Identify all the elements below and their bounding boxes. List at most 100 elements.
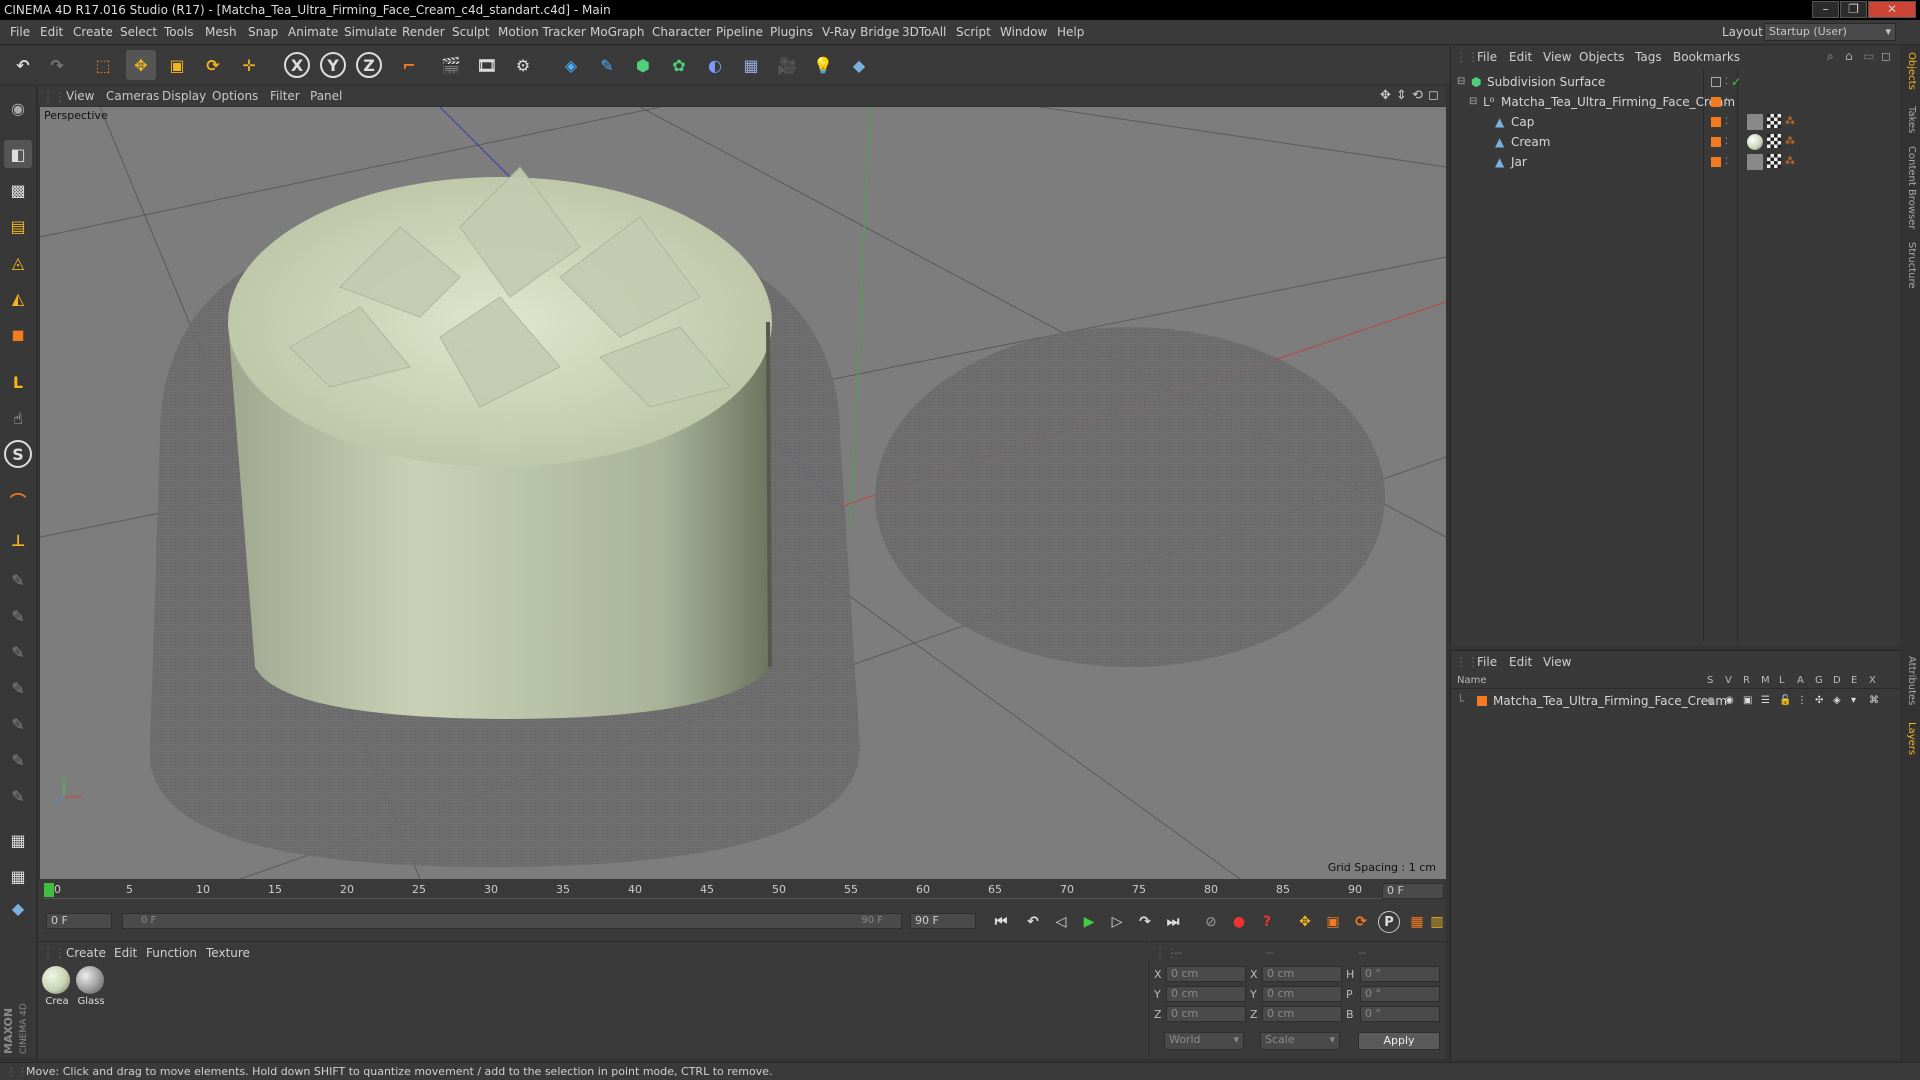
phong-tag-icon[interactable]: ⁂ [1785, 152, 1795, 172]
texture-tag-icon[interactable] [1767, 114, 1781, 128]
rotation-b-field[interactable]: 0 ° [1360, 1006, 1440, 1022]
sculpt-knife-icon[interactable]: ✎ [4, 782, 32, 810]
render-settings-icon[interactable]: ⚙ [508, 50, 538, 80]
menu-sculpt[interactable]: Sculpt [452, 25, 489, 39]
column-deformers[interactable]: D [1833, 675, 1841, 686]
coordinate-system-icon[interactable]: ⌐ [394, 50, 424, 80]
previous-key-icon[interactable]: ↶ [1022, 911, 1044, 933]
animation-icon[interactable]: ⋮ [1797, 691, 1807, 711]
layout-dropdown[interactable]: Startup (User) ▾ [1764, 23, 1896, 41]
minimize-button[interactable]: – [1812, 1, 1839, 18]
x-axis-lock-icon[interactable]: X [284, 52, 310, 78]
material-item-glass[interactable]: Glass [76, 966, 106, 1012]
texture-tag-icon[interactable] [1767, 134, 1781, 148]
layer-checkbox[interactable] [1711, 77, 1721, 87]
material-tag-icon[interactable] [1747, 154, 1763, 170]
menu-mograph[interactable]: MoGraph [590, 25, 645, 39]
layer-color-swatch[interactable] [1477, 696, 1487, 706]
layer-color-swatch[interactable] [1711, 157, 1721, 167]
viewport-menu-display[interactable]: Display [162, 89, 206, 103]
viewport-menu-options[interactable]: Options [212, 89, 258, 103]
record-icon[interactable]: ● [1228, 911, 1250, 933]
magnet-icon[interactable]: ⌒ [4, 486, 32, 514]
joint-icon[interactable]: ⊥ [4, 526, 32, 554]
visibility-dots-icon[interactable]: ⁚ [1725, 152, 1728, 172]
frame-range-slider[interactable]: 0 F 90 F [122, 913, 902, 929]
collapse-icon[interactable]: ⊟ [1469, 92, 1477, 112]
key-scale-icon[interactable]: ▣ [1322, 911, 1344, 933]
apply-button[interactable]: Apply [1358, 1032, 1440, 1050]
viewport-menu-panel[interactable]: Panel [310, 89, 342, 103]
timeline-settings-icon[interactable]: ▥ [1430, 911, 1444, 933]
column-locked[interactable]: L [1779, 675, 1785, 686]
spline-pen-icon[interactable]: ✎ [592, 50, 622, 80]
live-selection-icon[interactable]: ⬚ [88, 50, 118, 80]
side-tab-structure[interactable]: Structure [1903, 242, 1917, 289]
scale-tool-icon[interactable]: ▣ [162, 50, 192, 80]
sculpt-inflate-icon[interactable]: ✎ [4, 710, 32, 738]
menu-file[interactable]: File [10, 25, 30, 39]
side-tab-attributes[interactable]: Attributes [1903, 656, 1917, 705]
snapping-icon[interactable]: S [4, 440, 32, 468]
menu-vray-bridge[interactable]: V-Ray Bridge [822, 25, 899, 39]
axis-mode-icon[interactable]: L [4, 368, 32, 396]
xref-icon[interactable]: ⌘ [1869, 691, 1879, 711]
deformer-icon[interactable]: ◐ [700, 50, 730, 80]
layer-color-swatch[interactable] [1711, 137, 1721, 147]
go-to-end-icon[interactable]: ⏭ [1162, 911, 1184, 933]
side-tab-layers[interactable]: Layers [1903, 722, 1917, 755]
viewport-menu-filter[interactable]: Filter [270, 89, 300, 103]
material-tag-icon[interactable] [1747, 134, 1763, 150]
render-picture-viewer-icon[interactable]: 🎞 [472, 50, 502, 80]
object-menu-tags[interactable]: Tags [1635, 50, 1662, 64]
column-solo[interactable]: S [1707, 675, 1713, 686]
generator-icon[interactable]: ✣ [1815, 691, 1823, 711]
object-menu-bookmarks[interactable]: Bookmarks [1673, 50, 1740, 64]
next-frame-icon[interactable]: ▷ [1106, 911, 1128, 933]
visibility-dots-icon[interactable]: ⁚ [1725, 132, 1728, 152]
layer-menu-file[interactable]: File [1477, 655, 1497, 669]
object-menu-edit[interactable]: Edit [1509, 50, 1532, 64]
material-menu-create[interactable]: Create [66, 946, 106, 960]
rotate-tool-icon[interactable]: ⟳ [198, 50, 228, 80]
cap-object[interactable] [875, 327, 1385, 667]
menu-tools[interactable]: Tools [164, 25, 194, 39]
viewport-menu-cameras[interactable]: Cameras [106, 89, 159, 103]
start-frame-field[interactable]: 0 F [46, 913, 112, 929]
material-menu-edit[interactable]: Edit [114, 946, 137, 960]
light-icon[interactable]: 💡 [808, 50, 838, 80]
material-item-cream[interactable]: Crea [42, 966, 72, 1012]
tweak-mode-icon[interactable]: ☝ [4, 404, 32, 432]
cube-primitive-icon[interactable]: ◈ [556, 50, 586, 80]
menu-edit[interactable]: Edit [40, 25, 63, 39]
column-expressions[interactable]: E [1851, 675, 1857, 686]
go-to-start-icon[interactable]: ⏮ [990, 911, 1012, 933]
menu-create[interactable]: Create [73, 25, 113, 39]
point-mode-icon[interactable]: ◬ [4, 248, 32, 276]
size-z-field[interactable]: 0 cm [1262, 1006, 1342, 1022]
workplane-mode-icon[interactable]: ▤ [4, 212, 32, 240]
grid-lock-icon[interactable]: ▦ [4, 826, 32, 854]
view-eye-icon[interactable]: ◉ [1725, 691, 1734, 711]
python-script-icon[interactable]: ◆ [4, 894, 32, 922]
brush-icon[interactable]: ✎ [4, 566, 32, 594]
edge-mode-icon[interactable]: ◭ [4, 284, 32, 312]
manager-icon[interactable]: ☰ [1761, 691, 1770, 711]
playhead[interactable] [44, 883, 54, 897]
tree-item-subdivision-surface[interactable]: ⊟ ⬢ Subdivision Surface ⁚ ✓ [1451, 72, 1901, 92]
move-tool-icon[interactable]: ✥ [126, 50, 156, 80]
menu-3dtoall[interactable]: 3DToAll [902, 25, 946, 39]
previous-frame-icon[interactable]: ◁ [1050, 911, 1072, 933]
tree-item-jar[interactable]: ▲ Jar ⁚ ⁂ [1451, 152, 1901, 172]
size-x-field[interactable]: 0 cm [1262, 966, 1342, 982]
viewport-zoom-icon[interactable]: ⇕ [1396, 88, 1407, 103]
layer-color-swatch[interactable] [1711, 97, 1721, 107]
side-tab-content-browser[interactable]: Content Browser [1903, 146, 1917, 229]
visibility-dots-icon[interactable]: ⁚ [1725, 92, 1728, 112]
object-menu-view[interactable]: View [1543, 50, 1571, 64]
key-rotation-icon[interactable]: ⟳ [1350, 911, 1372, 933]
menu-window[interactable]: Window [1000, 25, 1047, 39]
phong-tag-icon[interactable]: ⁂ [1785, 132, 1795, 152]
undo-icon[interactable]: ↶ [8, 50, 38, 80]
object-menu-file[interactable]: File [1477, 50, 1497, 64]
